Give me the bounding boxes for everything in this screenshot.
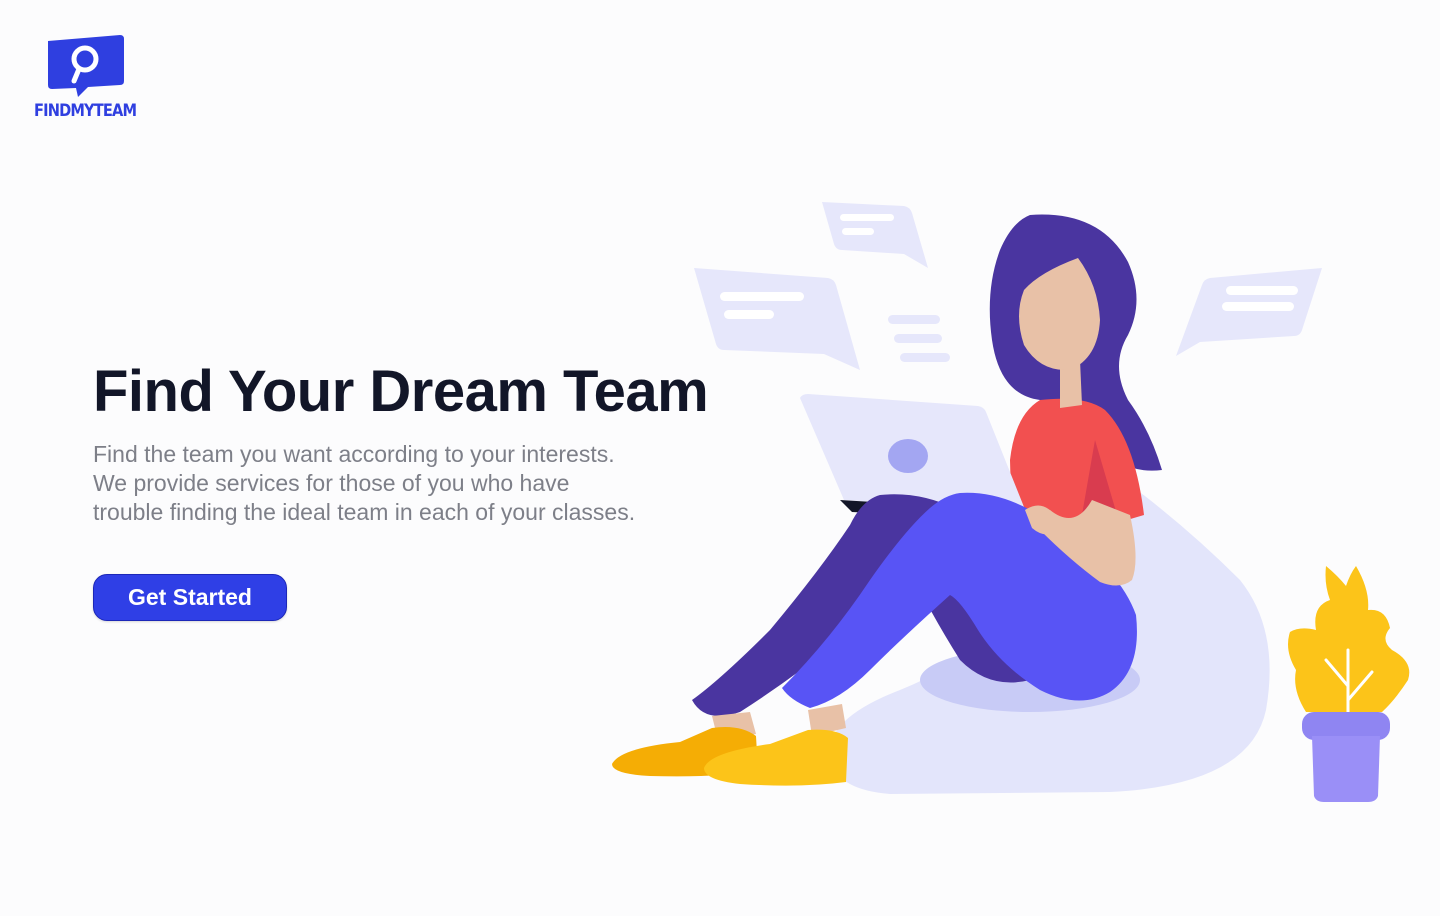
chat-lines — [888, 315, 950, 362]
potted-plant-icon — [1288, 566, 1410, 802]
get-started-button[interactable]: Get Started — [93, 574, 287, 621]
brand-logo[interactable]: FINDMYTEAM — [33, 35, 139, 123]
chat-magnifier-icon — [48, 35, 124, 97]
chat-bubble-icon — [694, 268, 860, 370]
chat-bubble-icon — [1176, 268, 1322, 356]
chat-bubble-icon — [822, 202, 928, 268]
hero-illustration — [612, 202, 1410, 802]
brand-name: FINDMYTEAM — [34, 101, 137, 121]
